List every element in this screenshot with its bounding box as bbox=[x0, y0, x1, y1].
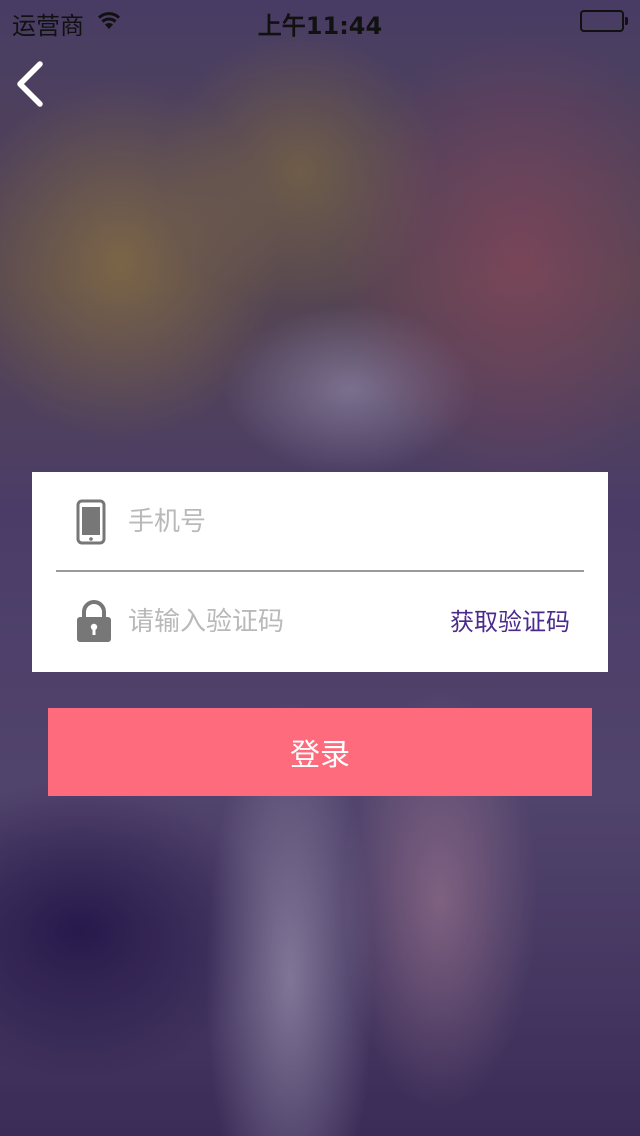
mobile-phone-icon bbox=[76, 499, 106, 549]
status-bar: 运营商 上午11:44 bbox=[0, 0, 640, 40]
battery-icon bbox=[580, 10, 628, 32]
login-form: 获取验证码 bbox=[32, 472, 608, 672]
verification-code-input[interactable] bbox=[128, 592, 428, 652]
phone-input[interactable] bbox=[128, 492, 568, 552]
status-time: 上午11:44 bbox=[257, 12, 383, 40]
chevron-left-icon bbox=[17, 61, 43, 107]
phone-row bbox=[32, 472, 608, 572]
get-code-button[interactable]: 获取验证码 bbox=[450, 602, 570, 637]
lock-icon bbox=[76, 600, 112, 646]
login-button[interactable]: 登录 bbox=[48, 708, 592, 796]
back-button[interactable] bbox=[10, 58, 54, 110]
code-row: 获取验证码 bbox=[32, 572, 608, 672]
